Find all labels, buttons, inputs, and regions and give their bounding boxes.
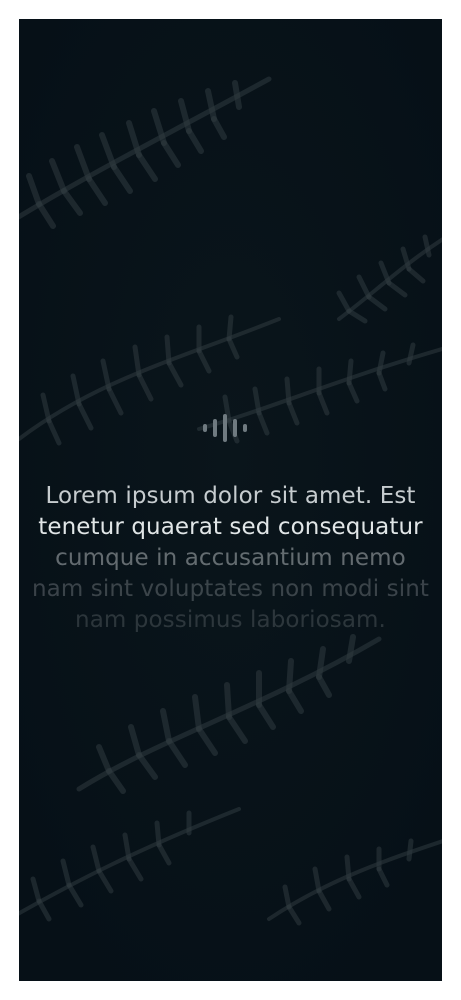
- quote-line: nam sint voluptates non modi sint: [31, 576, 430, 602]
- screen: Lorem ipsum dolor sit amet. Est tenetur …: [19, 19, 442, 981]
- quote-text: Lorem ipsum dolor sit amet. Est tenetur …: [19, 481, 442, 636]
- quote-line: nam possimus laboriosam.: [75, 607, 386, 633]
- page: Lorem ipsum dolor sit amet. Est tenetur …: [0, 0, 461, 1000]
- quote-line: tenetur quaerat sed consequatur: [38, 514, 423, 540]
- audio-wave-icon: [201, 413, 261, 443]
- quote-line: Lorem ipsum dolor sit amet. Est: [45, 483, 416, 509]
- quote-line: cumque in accusantium nemo: [55, 545, 406, 571]
